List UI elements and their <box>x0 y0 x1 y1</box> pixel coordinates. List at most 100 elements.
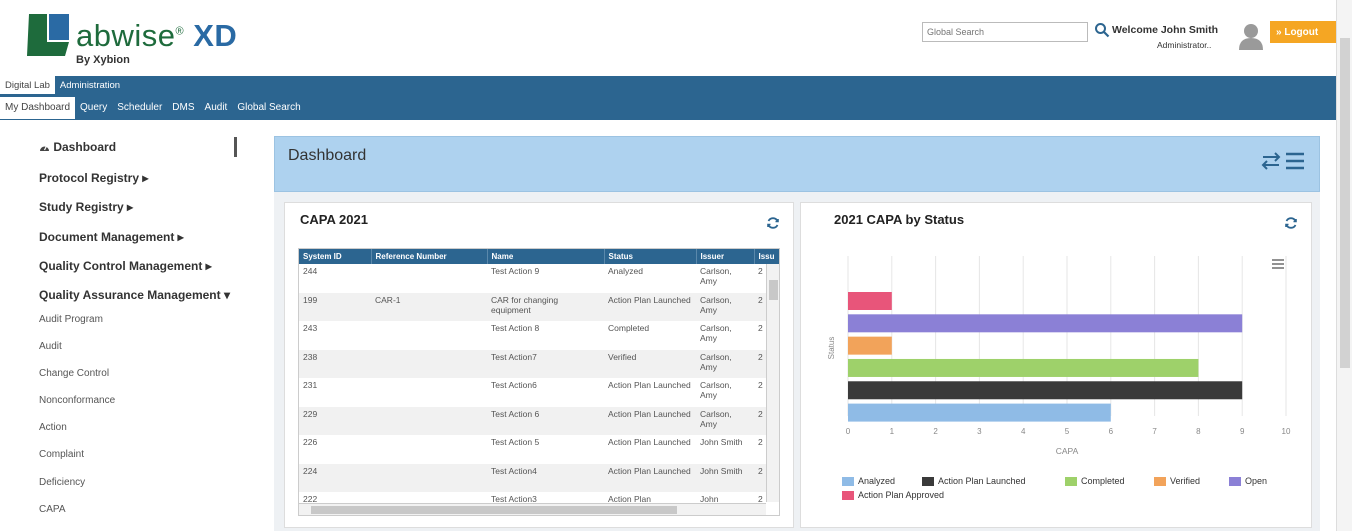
sidebar-item-quality-control[interactable]: Quality Control Management ▸ <box>39 259 212 273</box>
sidebar-item-study-registry[interactable]: Study Registry ▸ <box>39 200 133 214</box>
sidebar-subitem-action[interactable]: Action <box>39 422 67 433</box>
table-cell: 238 <box>299 349 371 378</box>
layout-toggle-icon[interactable] <box>1260 150 1308 172</box>
x-tick-label: 1 <box>890 427 895 436</box>
table-cell: Test Action7 <box>487 349 604 378</box>
legend-swatch <box>842 477 854 487</box>
table-cell: Test Action 6 <box>487 406 604 435</box>
x-tick-label: 4 <box>1021 427 1026 436</box>
x-tick-label: 9 <box>1240 427 1245 436</box>
bar-verified <box>848 336 892 355</box>
legend-item[interactable]: Analyzed <box>842 476 895 487</box>
legend-item[interactable]: Completed <box>1065 476 1125 487</box>
bar-completed <box>848 358 1199 377</box>
sidebar-item-dashboard[interactable]: Dashboard <box>39 140 116 154</box>
sidebar-item-protocol-registry[interactable]: Protocol Registry ▸ <box>39 171 148 185</box>
tab-administration[interactable]: Administration <box>55 76 125 94</box>
legend-item[interactable]: Open <box>1229 476 1268 487</box>
table-cell: 244 <box>299 264 371 293</box>
x-tick-label: 0 <box>846 427 851 436</box>
sidebar-subitem-change-control[interactable]: Change Control <box>39 368 109 379</box>
column-header[interactable]: Reference Number <box>371 249 488 264</box>
table-row[interactable]: 226 Test Action 5 Action Plan Launched John… <box>299 435 779 464</box>
tab-digital-lab[interactable]: Digital Lab <box>0 76 55 94</box>
page-scrollbar[interactable] <box>1336 0 1352 531</box>
sidebar-item-label: Dashboard <box>53 140 117 154</box>
table-row[interactable]: 224 Test Action4 Action Plan Launched John … <box>299 463 779 492</box>
logo-word: abwise <box>76 18 176 53</box>
legend-item[interactable]: Verified <box>1154 476 1201 487</box>
bar-open <box>848 314 1243 333</box>
scrollbar-thumb[interactable] <box>311 506 677 514</box>
refresh-icon[interactable] <box>766 216 780 230</box>
logout-button[interactable]: » Logout <box>1270 21 1336 43</box>
table-cell <box>371 321 487 350</box>
global-search-input[interactable] <box>922 22 1088 42</box>
tab-query[interactable]: Query <box>75 97 112 119</box>
legend-label: Open <box>1245 476 1268 486</box>
bar-action-plan-approved <box>848 292 892 310</box>
tab-audit[interactable]: Audit <box>200 97 233 119</box>
sidebar-subitem-capa[interactable]: CAPA <box>39 504 66 515</box>
x-tick-label: 6 <box>1109 427 1114 436</box>
table-cell: Test Action 8 <box>487 321 604 350</box>
scrollbar-thumb[interactable] <box>1340 38 1350 368</box>
sidebar-item-document-management[interactable]: Document Management ▸ <box>39 230 184 244</box>
sidebar-subitem-audit-program[interactable]: Audit Program <box>39 314 103 325</box>
table-row[interactable]: 243 Test Action 8 Completed Carlson, Amy 2 <box>299 321 779 350</box>
refresh-icon[interactable] <box>1284 216 1298 230</box>
table-cell: John Smith <box>696 463 754 492</box>
x-tick-label: 8 <box>1196 427 1201 436</box>
tab-global-search[interactable]: Global Search <box>232 97 305 119</box>
tab-my-dashboard[interactable]: My Dashboard <box>0 97 76 119</box>
tab-dms[interactable]: DMS <box>167 97 199 119</box>
dashboard-header <box>274 136 1320 192</box>
table-row[interactable]: 238 Test Action7 Verified Carlson, Amy 2 <box>299 349 779 378</box>
x-tick-label: 5 <box>1065 427 1070 436</box>
table-horizontal-scrollbar[interactable] <box>299 503 766 515</box>
table-cell: Carlson, Amy <box>696 349 754 378</box>
table-cell: Action Plan Launched <box>604 463 696 492</box>
table-cell <box>371 264 487 293</box>
table-cell: Carlson, Amy <box>696 264 754 293</box>
tab-scheduler[interactable]: Scheduler <box>112 97 167 119</box>
table-cell <box>371 463 487 492</box>
table-row[interactable]: 231 Test Action6 Action Plan Launched Carls… <box>299 378 779 407</box>
table-vertical-scrollbar[interactable] <box>766 264 779 502</box>
legend-swatch <box>1229 477 1241 487</box>
table-cell: 243 <box>299 321 371 350</box>
x-tick-label: 10 <box>1282 427 1291 436</box>
sidebar-subitem-nonconformance[interactable]: Nonconformance <box>39 395 115 406</box>
legend-item[interactable]: Action Plan Approved <box>842 490 944 501</box>
column-header[interactable]: Issuer <box>696 249 755 264</box>
sidebar-subitem-audit[interactable]: Audit <box>39 341 62 352</box>
scrollbar-thumb[interactable] <box>769 280 778 300</box>
y-axis-label: Status <box>827 337 836 360</box>
table-cell: 231 <box>299 378 371 407</box>
legend-label: Verified <box>1170 476 1201 486</box>
logo-suffix: XD <box>193 18 238 53</box>
search-icon[interactable] <box>1094 22 1110 38</box>
table-header-row: System ID Reference Number Name Status I… <box>299 249 779 264</box>
column-header[interactable]: Issu <box>754 249 779 264</box>
sidebar-collapse-handle[interactable] <box>234 137 237 157</box>
table-cell: Action Plan Launched <box>604 378 696 407</box>
column-header[interactable]: System ID <box>299 249 372 264</box>
sidebar-item-quality-assurance[interactable]: Quality Assurance Management ▾ <box>39 288 230 302</box>
table-cell <box>371 378 487 407</box>
capa-table: System ID Reference Number Name Status I… <box>298 248 780 516</box>
module-tabs: Digital Lab Administration <box>0 76 125 94</box>
table-cell: Test Action 5 <box>487 435 604 464</box>
sidebar-subitem-complaint[interactable]: Complaint <box>39 449 84 460</box>
avatar[interactable] <box>1238 22 1264 50</box>
column-header[interactable]: Status <box>604 249 697 264</box>
sidebar-subitem-deficiency[interactable]: Deficiency <box>39 477 85 488</box>
bar-action-plan-launched <box>848 381 1243 400</box>
column-header[interactable]: Name <box>487 249 605 264</box>
table-cell: Test Action 9 <box>487 264 604 293</box>
table-row[interactable]: 229 Test Action 6 Action Plan Launched Carl… <box>299 406 779 435</box>
table-row[interactable]: 244 Test Action 9 Analyzed Carlson, Amy 2 <box>299 264 779 293</box>
table-row[interactable]: 199 CAR-1 CAR for changing equipment Action… <box>299 292 779 321</box>
table-cell: Action Plan Launched <box>604 292 696 321</box>
legend-item[interactable]: Action Plan Launched <box>922 476 1026 487</box>
